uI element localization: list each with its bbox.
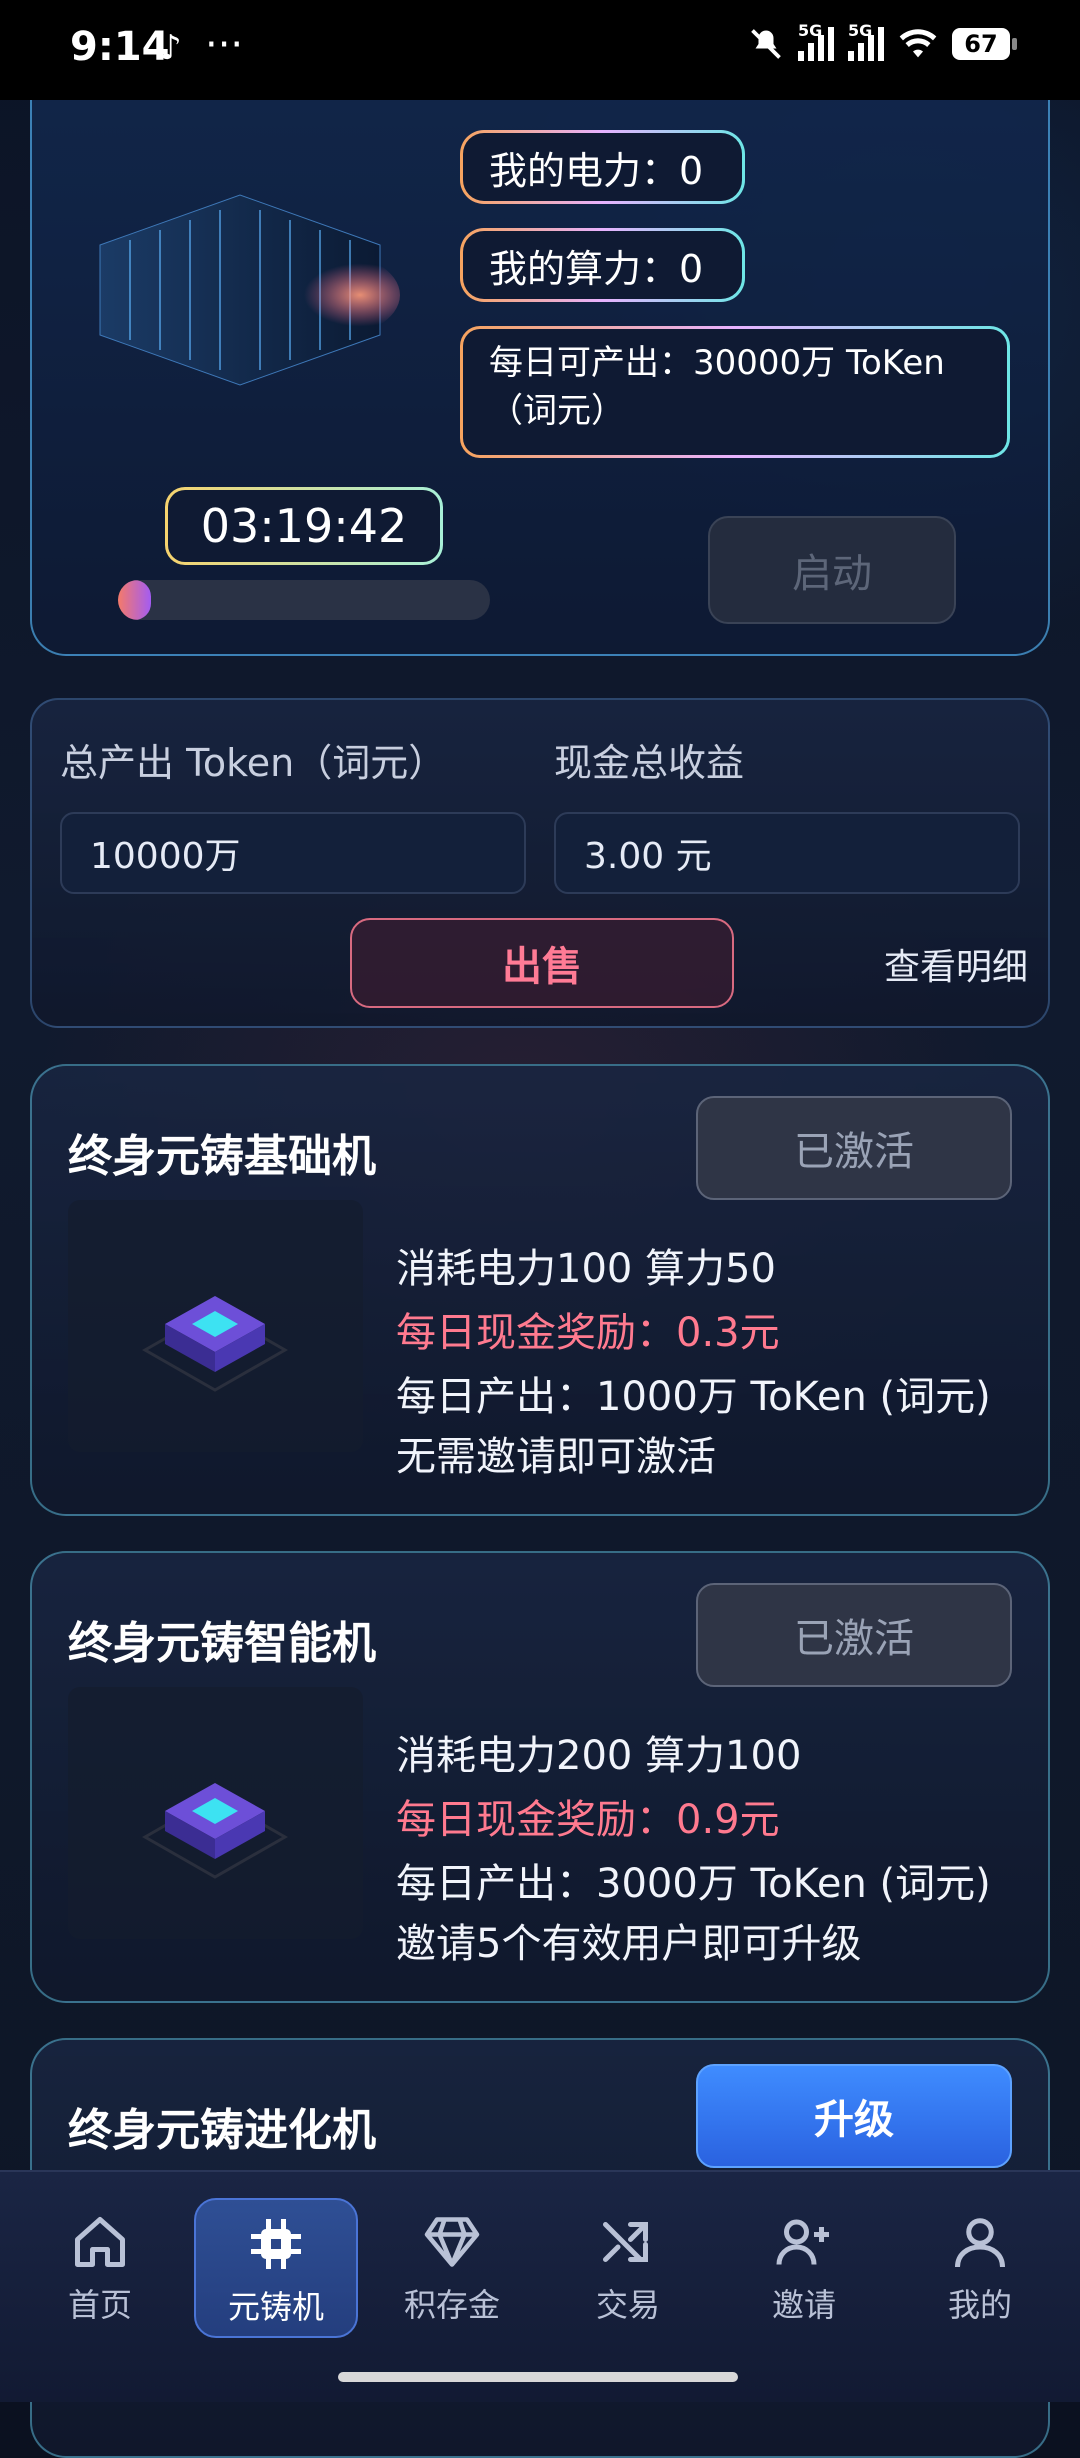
total-token-label: 总产出 Token（词元） — [60, 741, 447, 785]
chip-icon — [251, 2219, 301, 2269]
bottom-nav: 首页 元铸机 积存金 交易 邀请 我的 — [0, 2170, 1080, 2402]
progress-fill — [118, 580, 152, 620]
machine-image — [68, 1687, 363, 1939]
machine-title: 终身元铸基础机 — [68, 1131, 376, 1182]
machine-image — [68, 1200, 363, 1452]
nav-item-gold-savings[interactable]: 积存金 — [370, 2198, 534, 2338]
nav-item-miner[interactable]: 元铸机 — [194, 2198, 358, 2338]
activation-condition: 邀请5个有效用户即可升级 — [396, 1921, 862, 1967]
machine-title: 终身元铸进化机 — [68, 2105, 376, 2156]
nav-label: 交易 — [595, 2286, 660, 2324]
countdown-timer: 03:19:42 — [165, 487, 443, 565]
network-type: 5G — [798, 21, 823, 40]
more-notifications-icon: ··· — [205, 22, 244, 68]
user-icon — [955, 2218, 1005, 2268]
status-right: 5G 5G 67 — [748, 21, 1017, 62]
start-button[interactable]: 启动 — [708, 516, 956, 624]
nav-label: 首页 — [67, 2286, 132, 2324]
nav-label: 我的 — [947, 2286, 1012, 2324]
battery-icon: 67 — [952, 28, 1017, 60]
my-compute-badge: 我的算力：0 — [460, 228, 745, 302]
upgrade-button[interactable]: 升级 — [696, 2064, 1012, 2168]
nav-label: 邀请 — [771, 2286, 836, 2324]
nav-label: 元铸机 — [227, 2288, 324, 2326]
daily-cash-reward: 每日现金奖励：0.3元 — [396, 1310, 780, 1356]
daily-output-text: 每日产出：3000万 ToKen (词元) — [396, 1861, 991, 1907]
daily-output-badge: 每日可产出：30000万 ToKen（词元） — [460, 326, 1010, 458]
server-rack-image — [99, 194, 400, 386]
wifi-icon — [899, 29, 937, 58]
chip-cube-icon — [141, 1783, 289, 1879]
home-icon — [75, 2217, 125, 2267]
view-details-link[interactable]: 查看明细 — [884, 938, 1028, 990]
activation-condition: 无需邀请即可激活 — [396, 1434, 716, 1480]
cash-earnings-value: 3.00 元 — [554, 812, 1020, 894]
signal-icon: 5G — [848, 21, 884, 61]
nav-item-home[interactable]: 首页 — [18, 2198, 182, 2338]
activated-button[interactable]: 已激活 — [696, 1583, 1012, 1687]
total-token-value: 10000万 — [60, 812, 526, 894]
machine-card-basic: 终身元铸基础机 已激活 消耗电力100 算力50 每日现金奖励：0.3元 每日产… — [30, 1064, 1050, 1516]
mute-icon — [751, 29, 781, 59]
daily-output-text: 每日产出：1000万 ToKen (词元) — [396, 1374, 991, 1420]
machine-title: 终身元铸智能机 — [68, 1618, 376, 1669]
mining-progress-bar — [118, 580, 490, 620]
shuffle-icon — [603, 2222, 648, 2262]
tiktok-icon: ♪ — [160, 28, 182, 68]
my-power-badge: 我的电力：0 — [460, 130, 745, 204]
sell-button[interactable]: 出售 — [350, 918, 734, 1008]
chip-cube-icon — [141, 1296, 289, 1392]
nav-item-trade[interactable]: 交易 — [546, 2198, 710, 2338]
consumption-text: 消耗电力100 算力50 — [396, 1246, 776, 1292]
machine-card-smart: 终身元铸智能机 已激活 消耗电力200 算力100 每日现金奖励：0.9元 每日… — [30, 1551, 1050, 2003]
diamond-icon — [424, 2217, 480, 2267]
daily-cash-reward: 每日现金奖励：0.9元 — [396, 1797, 780, 1843]
status-bar: 9:14 ♪ ··· 5G 5G 67 — [0, 0, 1080, 100]
consumption-text: 消耗电力200 算力100 — [396, 1733, 802, 1779]
nav-label: 积存金 — [403, 2286, 500, 2324]
network-type: 5G — [848, 21, 873, 40]
signal-icon: 5G — [798, 21, 834, 61]
add-user-icon — [776, 2219, 829, 2265]
nav-item-profile[interactable]: 我的 — [898, 2198, 1062, 2338]
home-indicator[interactable] — [338, 2372, 738, 2382]
cash-earnings-label: 现金总收益 — [554, 741, 745, 785]
activated-button[interactable]: 已激活 — [696, 1096, 1012, 1200]
nav-item-invite[interactable]: 邀请 — [722, 2198, 886, 2338]
status-time: 9:14 — [70, 24, 170, 70]
